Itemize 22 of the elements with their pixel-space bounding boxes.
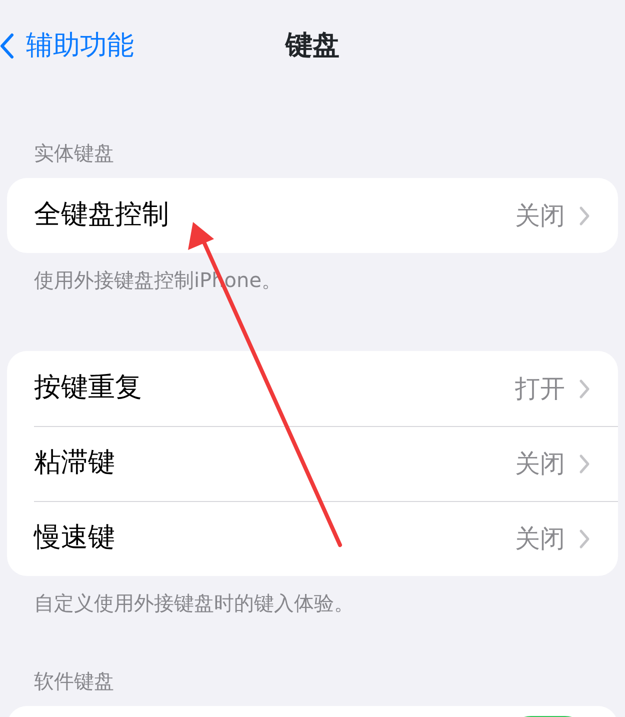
chevron-icon bbox=[579, 528, 590, 548]
section-header: 实体键盘 bbox=[34, 141, 114, 165]
settings-row[interactable]: 按键重复 打开 bbox=[7, 351, 618, 426]
settings-row[interactable]: 慢速键 关闭 bbox=[7, 501, 618, 576]
chevron-icon bbox=[579, 454, 590, 474]
settings-row[interactable]: 粘滞键 关闭 bbox=[7, 426, 618, 501]
section-footer: 自定义使用外接键盘时的键入体验。 bbox=[34, 591, 354, 615]
row-value: 关闭 bbox=[515, 448, 565, 480]
row-label: 全键盘控制 bbox=[34, 198, 169, 232]
back-icon bbox=[0, 33, 14, 60]
section-header: 软件键盘 bbox=[34, 669, 114, 693]
row-value: 关闭 bbox=[515, 522, 565, 555]
settings-row[interactable]: 全键盘控制 关闭 bbox=[7, 178, 618, 253]
row-label: 按键重复 bbox=[34, 371, 142, 406]
chevron-icon bbox=[579, 378, 590, 398]
chevron-icon bbox=[579, 206, 590, 226]
row-value: 关闭 bbox=[515, 200, 565, 232]
page-title: 键盘 bbox=[286, 29, 340, 63]
row-label: 粘滞键 bbox=[34, 446, 115, 480]
row-label: 慢速键 bbox=[34, 521, 115, 556]
back-button[interactable]: 辅助功能 bbox=[0, 26, 138, 66]
row-value: 打开 bbox=[515, 372, 565, 405]
